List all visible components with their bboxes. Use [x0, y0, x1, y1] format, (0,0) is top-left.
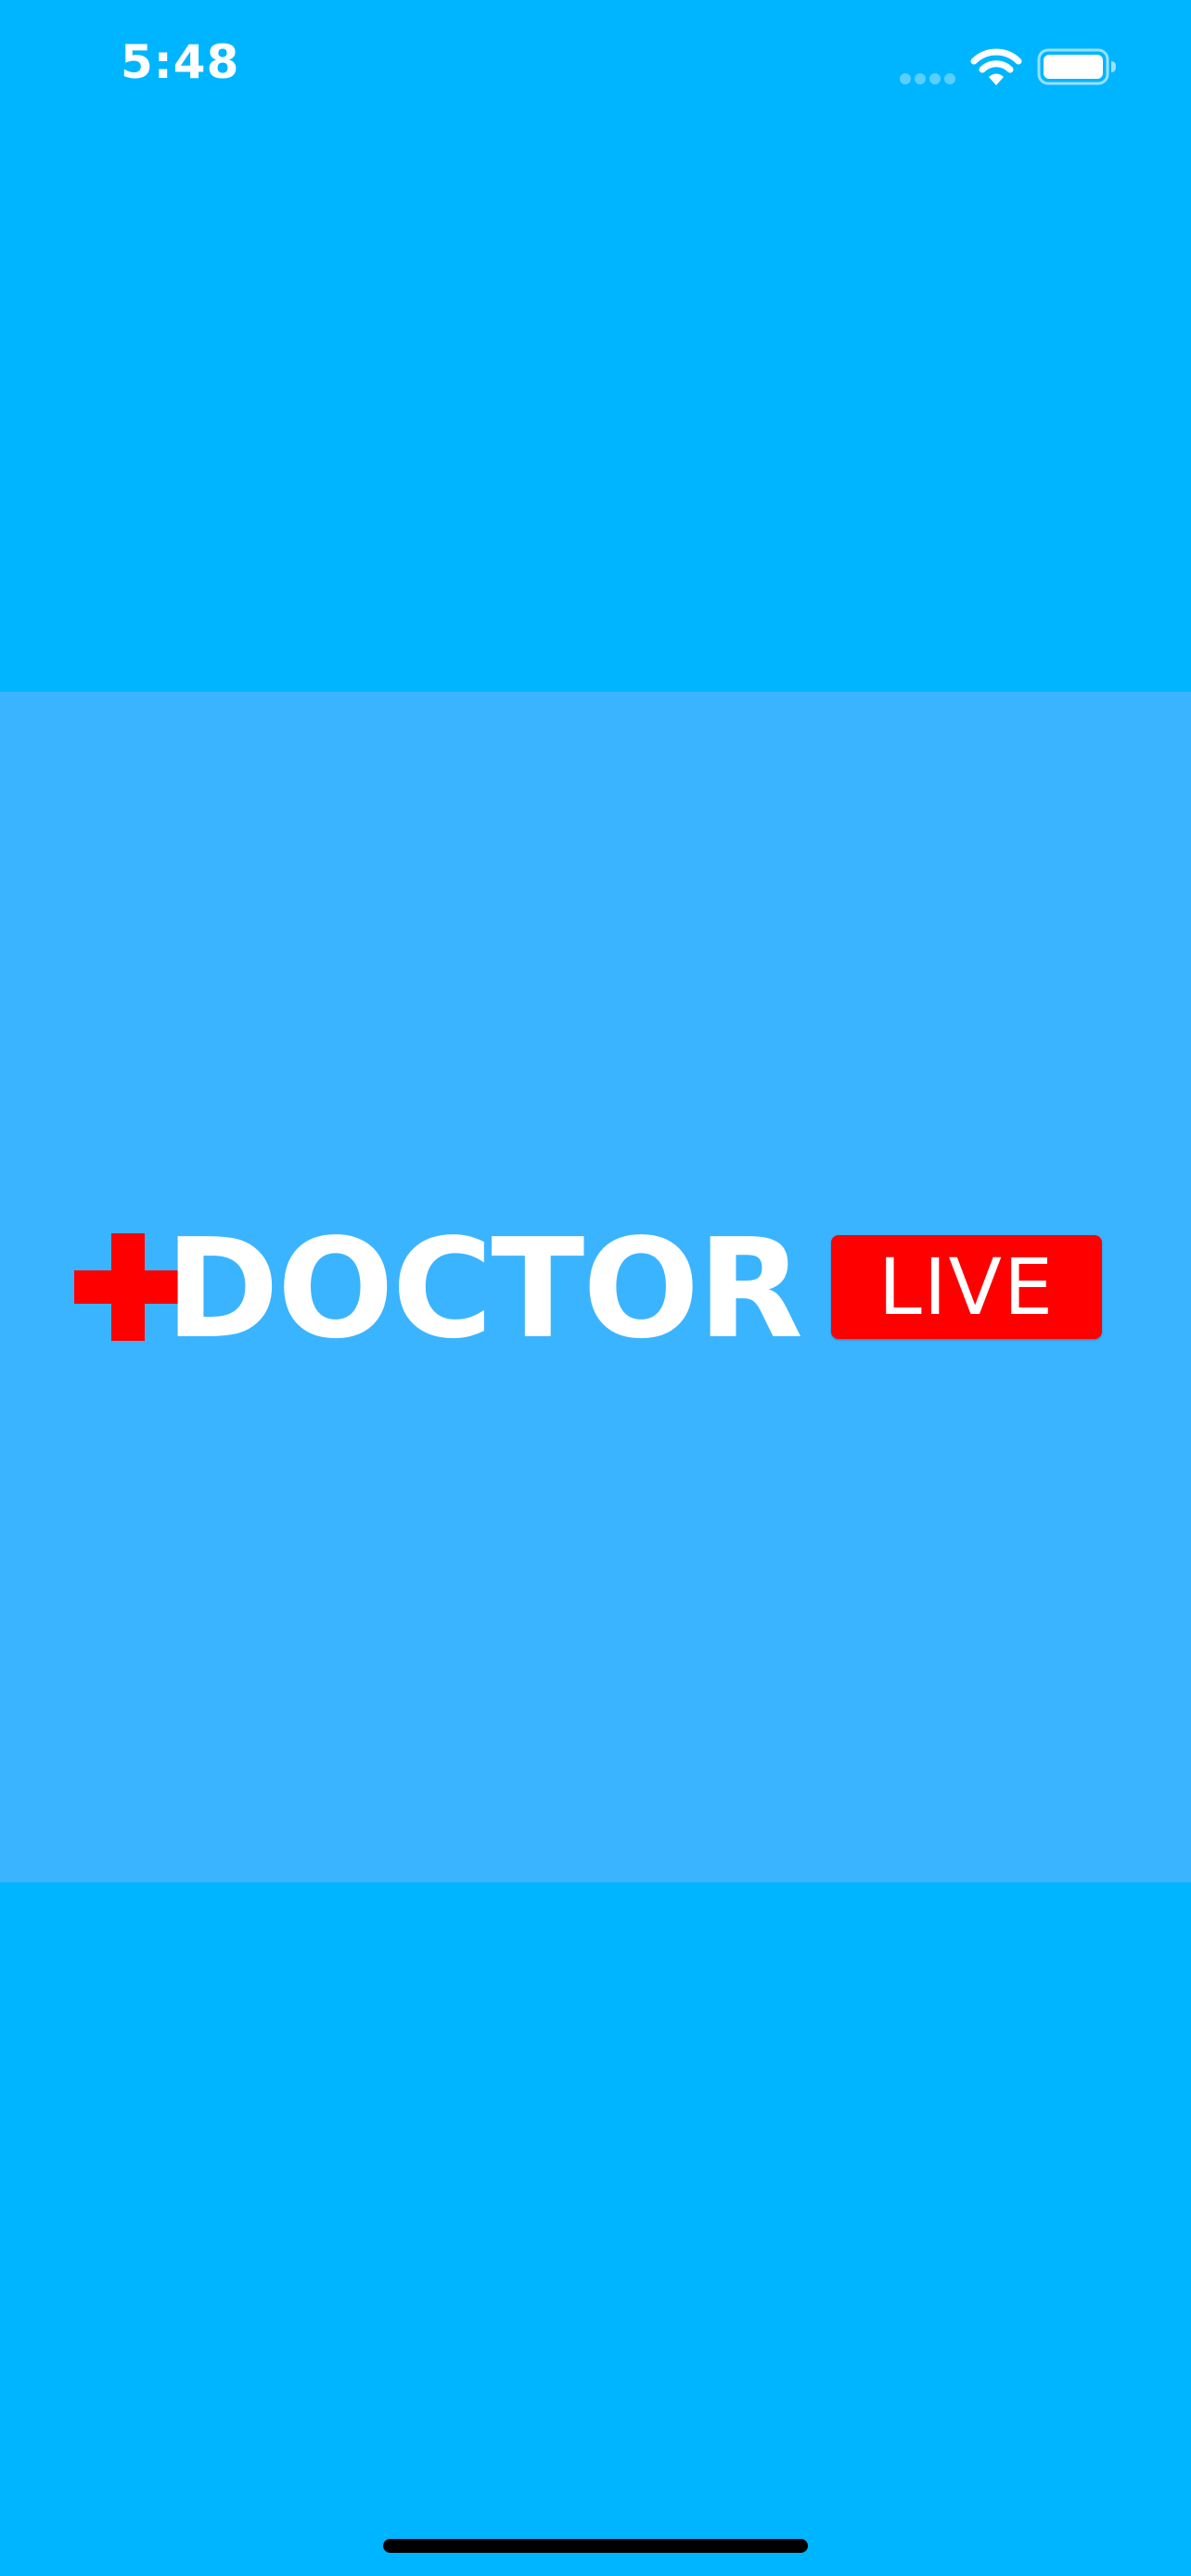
battery-icon	[1037, 48, 1116, 85]
doctor-live-logo: DOCTOR LIVE	[74, 1220, 1106, 1358]
status-bar: 5:48	[0, 0, 1191, 139]
cellular-signal-icon	[900, 73, 955, 84]
live-badge: LIVE	[831, 1235, 1102, 1339]
home-indicator[interactable]	[383, 2539, 808, 2553]
wifi-icon	[970, 48, 1022, 85]
status-time: 5:48	[121, 35, 240, 89]
live-badge-label: LIVE	[877, 1242, 1056, 1333]
logo-wordmark: DOCTOR	[165, 1209, 803, 1369]
